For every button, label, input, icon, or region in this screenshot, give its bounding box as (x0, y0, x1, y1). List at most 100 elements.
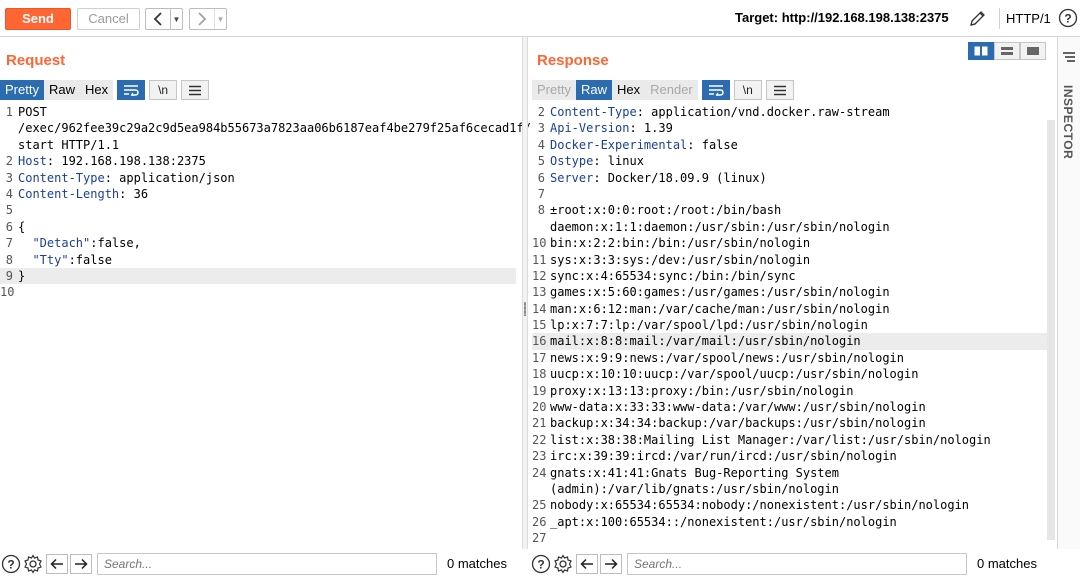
request-code-line[interactable]: 8 "Tty":false (0, 252, 516, 268)
response-line-text: _apt:x:100:65534::/nonexistent:/usr/sbin… (550, 514, 897, 530)
request-code-line[interactable]: 9} (0, 267, 516, 285)
request-line-number: 5 (5, 203, 13, 218)
svg-text:?: ? (537, 557, 544, 571)
layout-side-by-side-icon[interactable] (968, 42, 994, 60)
response-code-line[interactable]: 14 man:x:6:12:man:/var/cache/man:/usr/sbi… (532, 301, 1047, 317)
response-text-segment: sys:x:3:3:sys:/dev:/usr/sbin/nologin (550, 252, 811, 267)
response-line-text: Content-Type: application/vnd.docker.raw… (550, 104, 890, 120)
response-code-line[interactable]: 27 (532, 530, 1047, 546)
response-text-segment: man:x:6:12:man:/var/cache/man:/usr/sbin/… (550, 301, 890, 316)
request-code-line[interactable]: 3 Content-Type: application/json (0, 170, 516, 186)
request-menu-icon[interactable] (181, 80, 210, 100)
response-tab-render[interactable]: Render (645, 80, 698, 100)
request-line-number: 2 (5, 154, 13, 169)
request-search-prev-button[interactable] (46, 553, 68, 574)
request-tab-hex[interactable]: Hex (79, 80, 114, 100)
response-search-next-button[interactable] (600, 553, 622, 574)
request-editor[interactable]: 1 POST/exec/962fee39c29a2c9d5ea984b55673a… (0, 104, 531, 301)
request-search-input[interactable] (97, 552, 437, 575)
http-version-toggle[interactable]: HTTP/1 (999, 8, 1057, 29)
response-code-line[interactable]: 2 Content-Type: application/vnd.docker.ra… (532, 104, 1047, 120)
divider-grip-icon[interactable] (524, 302, 526, 316)
send-button[interactable]: Send (5, 8, 71, 30)
request-code-line[interactable]: 1 POST (0, 104, 516, 120)
request-code-line[interactable]: 6{ (0, 219, 516, 235)
request-search-help-icon[interactable]: ? (0, 553, 22, 575)
request-line-number: 10 (0, 285, 15, 300)
response-code-line[interactable]: 16 mail:x:8:8:mail:/var/mail:/usr/sbin/no… (532, 333, 1047, 350)
response-code-line[interactable]: 11 sys:x:3:3:sys:/dev:/usr/sbin/nologin (532, 252, 1047, 268)
request-code-line[interactable]: 5 (0, 202, 516, 218)
cancel-button[interactable]: Cancel (77, 8, 140, 30)
request-search-next-button[interactable] (70, 553, 92, 574)
response-code-line[interactable]: 18 uucp:x:10:10:uucp:/var/spool/uucp:/usr… (532, 366, 1047, 382)
response-editor[interactable]: 2 Content-Type: application/vnd.docker.ra… (532, 104, 1047, 547)
response-wrap-lines-icon[interactable] (701, 80, 730, 100)
response-line-text: uucp:x:10:10:uucp:/var/spool/uucp:/usr/s… (550, 366, 918, 382)
history-back-dropdown-icon[interactable]: ▼ (170, 9, 182, 29)
response-search-settings-gear-icon[interactable] (552, 553, 574, 575)
response-code-line[interactable]: 3 Api-Version: 1.39 (532, 120, 1047, 136)
response-code-line[interactable]: 21 backup:x:34:34:backup:/var/backups:/us… (532, 415, 1047, 431)
request-code-line[interactable]: 7 "Detach":false, (0, 235, 516, 251)
response-line-number: 26 (532, 514, 547, 529)
response-text-segment: (admin):/var/lib/gnats:/usr/sbin/nologin (550, 481, 839, 496)
response-code-line[interactable]: 12 sync:x:4:65534:sync:/bin:/bin/sync (532, 268, 1047, 284)
response-code-line[interactable]: 23 irc:x:39:39:ircd:/var/run/ircd:/usr/sb… (532, 448, 1047, 464)
layout-stacked-icon[interactable] (994, 42, 1020, 60)
response-code-line[interactable]: 15 lp:x:7:7:lp:/var/spool/lpd:/usr/sbin/n… (532, 317, 1047, 333)
response-tab-pretty[interactable]: Pretty (532, 80, 576, 100)
response-show-nonprintable-icon[interactable]: \n (733, 80, 762, 100)
response-line-number: 13 (532, 285, 547, 300)
response-code-line[interactable]: 13 games:x:5:60:games:/usr/games:/usr/sbi… (532, 284, 1047, 300)
history-back-button[interactable]: ▼ (145, 8, 183, 30)
response-code-line[interactable]: 5 Ostype: linux (532, 153, 1047, 169)
request-code-line[interactable]: 4 Content-Length: 36 (0, 186, 516, 202)
request-text-segment (18, 236, 32, 250)
response-search-input[interactable] (627, 552, 967, 575)
response-code-line[interactable]: 26 _apt:x:100:65534::/nonexistent:/usr/sb… (532, 514, 1047, 530)
response-code-line[interactable]: 20 www-data:x:33:33:www-data:/var/www:/us… (532, 399, 1047, 415)
response-text-segment: : linux (593, 154, 644, 169)
pane-divider[interactable] (522, 37, 528, 549)
response-text-segment: _apt:x:100:65534::/nonexistent:/usr/sbin… (550, 514, 897, 529)
response-code-line[interactable]: 22 list:x:38:38:Mailing List Manager:/var… (532, 432, 1047, 448)
request-code-line[interactable]: start HTTP/1.1 (0, 137, 516, 153)
history-forward-button[interactable]: ▼ (189, 8, 227, 30)
response-code-line[interactable]: 4 Docker-Experimental: false (532, 137, 1047, 153)
response-text-segment: : Docker/18.09.9 (linux) (593, 170, 767, 185)
request-code-line[interactable]: /exec/962fee39c29a2c9d5ea984b55673a7823a… (0, 120, 531, 136)
response-tab-hex[interactable]: Hex (611, 80, 646, 100)
response-code-line[interactable]: 17 news:x:9:9:news:/var/spool/news:/usr/s… (532, 350, 1047, 366)
help-icon[interactable]: ? (1058, 8, 1078, 28)
response-code-line[interactable]: 8 ±root:x:0:0:root:/root:/bin/bash (532, 202, 1047, 218)
response-text-segment: list:x:38:38:Mailing List Manager:/var/l… (550, 432, 991, 447)
response-code-line[interactable]: daemon:x:1:1:daemon:/usr/sbin:/usr/sbin/… (532, 219, 1047, 235)
inspector-label[interactable]: INSPECTOR (1061, 85, 1075, 159)
response-code-line[interactable]: 7 (532, 186, 1047, 202)
response-code-line[interactable]: 6 Server: Docker/18.09.9 (linux) (532, 170, 1047, 186)
inspector-menu-icon[interactable] (1062, 51, 1076, 63)
response-code-line[interactable]: 24 gnats:x:41:41:Gnats Bug-Reporting Syst… (532, 465, 1047, 481)
request-search-settings-gear-icon[interactable] (22, 553, 44, 575)
response-search-help-icon[interactable]: ? (530, 553, 552, 575)
request-code-line[interactable]: 2 Host: 192.168.198.138:2375 (0, 153, 516, 169)
response-code-line[interactable]: 10 bin:x:2:2:bin:/bin:/usr/sbin/nologin (532, 235, 1047, 251)
response-menu-icon[interactable] (765, 80, 794, 100)
layout-tabs-icon[interactable] (1020, 42, 1046, 60)
edit-target-pencil-icon[interactable] (968, 8, 988, 28)
response-code-line[interactable]: (admin):/var/lib/gnats:/usr/sbin/nologin (532, 481, 1047, 497)
response-title: Response (537, 52, 609, 69)
response-tab-raw[interactable]: Raw (575, 80, 612, 100)
response-header-name: Content-Type (550, 105, 637, 119)
request-tab-pretty[interactable]: Pretty (0, 80, 44, 100)
response-scrollbar[interactable] (1047, 120, 1055, 540)
response-code-line[interactable]: 25 nobody:x:65534:65534:nobody:/nonexiste… (532, 497, 1047, 513)
response-search-prev-button[interactable] (576, 553, 598, 574)
request-show-nonprintable-icon[interactable]: \n (149, 80, 178, 100)
request-code-line[interactable]: 10 (0, 284, 516, 300)
response-code-line[interactable]: 19 proxy:x:13:13:proxy:/bin:/usr/sbin/nol… (532, 383, 1047, 399)
history-forward-dropdown-icon[interactable]: ▼ (214, 9, 226, 29)
request-wrap-lines-icon[interactable] (117, 80, 146, 100)
request-tab-raw[interactable]: Raw (43, 80, 80, 100)
